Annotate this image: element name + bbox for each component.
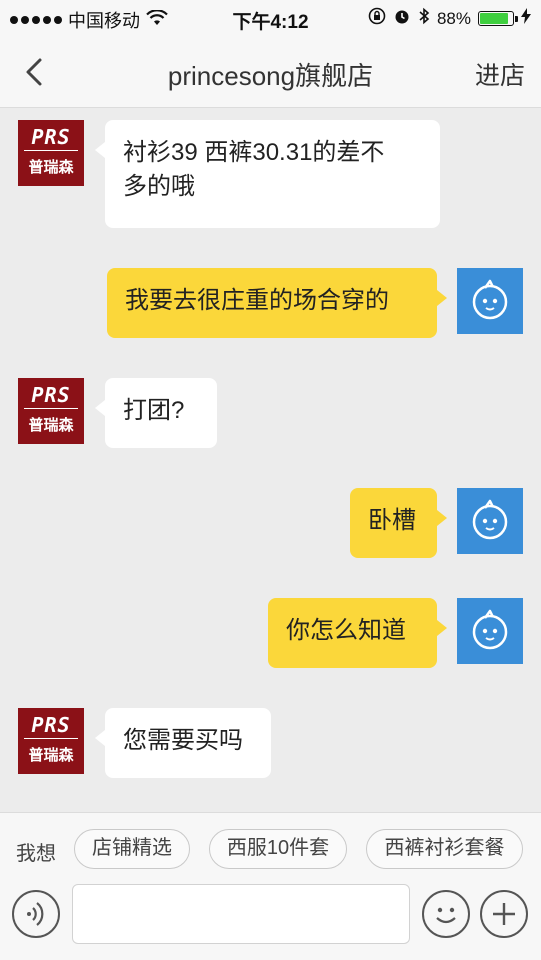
message-bubble[interactable]: 我要去很庄重的场合穿的 <box>107 268 447 338</box>
message-text: 打团? <box>123 397 185 424</box>
plus-button[interactable] <box>480 890 528 938</box>
alarm-icon <box>393 7 411 30</box>
battery-icon <box>478 11 518 26</box>
quick-reply-bar: 我想 店铺精选 西服10件套 西裤衬衫套餐 <box>0 812 541 884</box>
logo-text: PRS <box>31 383 71 407</box>
logo-text: PRS <box>31 125 71 149</box>
voice-icon <box>27 902 44 926</box>
message-text: 您需要买吗 <box>123 727 243 754</box>
message-text: 卧槽 <box>368 507 416 534</box>
chat-area[interactable]: PRS 普瑞森 衬衫39 西裤30.31的差不 多的哦 我要去很庄重的场合穿的 … <box>0 108 541 812</box>
rotation-lock-icon <box>368 7 386 30</box>
quick-reply-chip[interactable]: 西裤衬衫套餐 <box>366 829 523 869</box>
shop-avatar[interactable]: PRS 普瑞森 <box>18 378 84 444</box>
face-icon <box>472 609 508 650</box>
quick-reply-label: 我想 <box>16 843 56 865</box>
status-right: 88% <box>368 7 531 30</box>
bluetooth-icon <box>418 7 430 30</box>
my-avatar[interactable] <box>457 598 523 664</box>
emoji-icon <box>436 907 456 924</box>
message-text: 衬衫39 西裤30.31的差不 <box>123 139 385 166</box>
shop-avatar[interactable]: PRS 普瑞森 <box>18 120 84 186</box>
message-input[interactable] <box>72 884 410 944</box>
emoji-button[interactable] <box>422 890 470 938</box>
input-bar <box>0 884 541 960</box>
message-bubble[interactable]: 衬衫39 西裤30.31的差不 多的哦 <box>95 120 440 228</box>
my-avatar[interactable] <box>457 488 523 554</box>
message-bubble[interactable]: 你怎么知道 <box>268 598 447 668</box>
logo-text: PRS <box>31 713 71 737</box>
my-avatar[interactable] <box>457 268 523 334</box>
message-bubble[interactable]: 卧槽 <box>350 488 447 558</box>
logo-cn: 普瑞森 <box>28 159 74 176</box>
quick-reply-chip[interactable]: 西服10件套 <box>209 829 347 869</box>
face-icon <box>472 279 508 320</box>
plus-icon <box>493 903 515 925</box>
message-text: 我要去很庄重的场合穿的 <box>125 287 389 314</box>
message-text: 多的哦 <box>123 173 195 200</box>
quick-reply-chip[interactable]: 店铺精选 <box>74 829 190 869</box>
status-bar: 中国移动 下午4:12 88% <box>0 0 541 36</box>
voice-button[interactable] <box>12 890 60 938</box>
face-icon <box>472 499 508 540</box>
message-text: 你怎么知道 <box>286 617 406 644</box>
battery-percent: 88% <box>436 8 471 28</box>
nav-bar: princesong旗舰店 进店 <box>0 36 541 108</box>
logo-cn: 普瑞森 <box>28 417 74 434</box>
message-bubble[interactable]: 打团? <box>95 378 217 448</box>
page-title: princesong旗舰店 <box>167 61 374 91</box>
charging-icon <box>521 8 531 29</box>
message-bubble[interactable]: 您需要买吗 <box>95 708 271 778</box>
shop-avatar[interactable]: PRS 普瑞森 <box>18 708 84 774</box>
logo-cn: 普瑞森 <box>28 747 74 764</box>
enter-store-button[interactable]: 进店 <box>475 56 525 92</box>
